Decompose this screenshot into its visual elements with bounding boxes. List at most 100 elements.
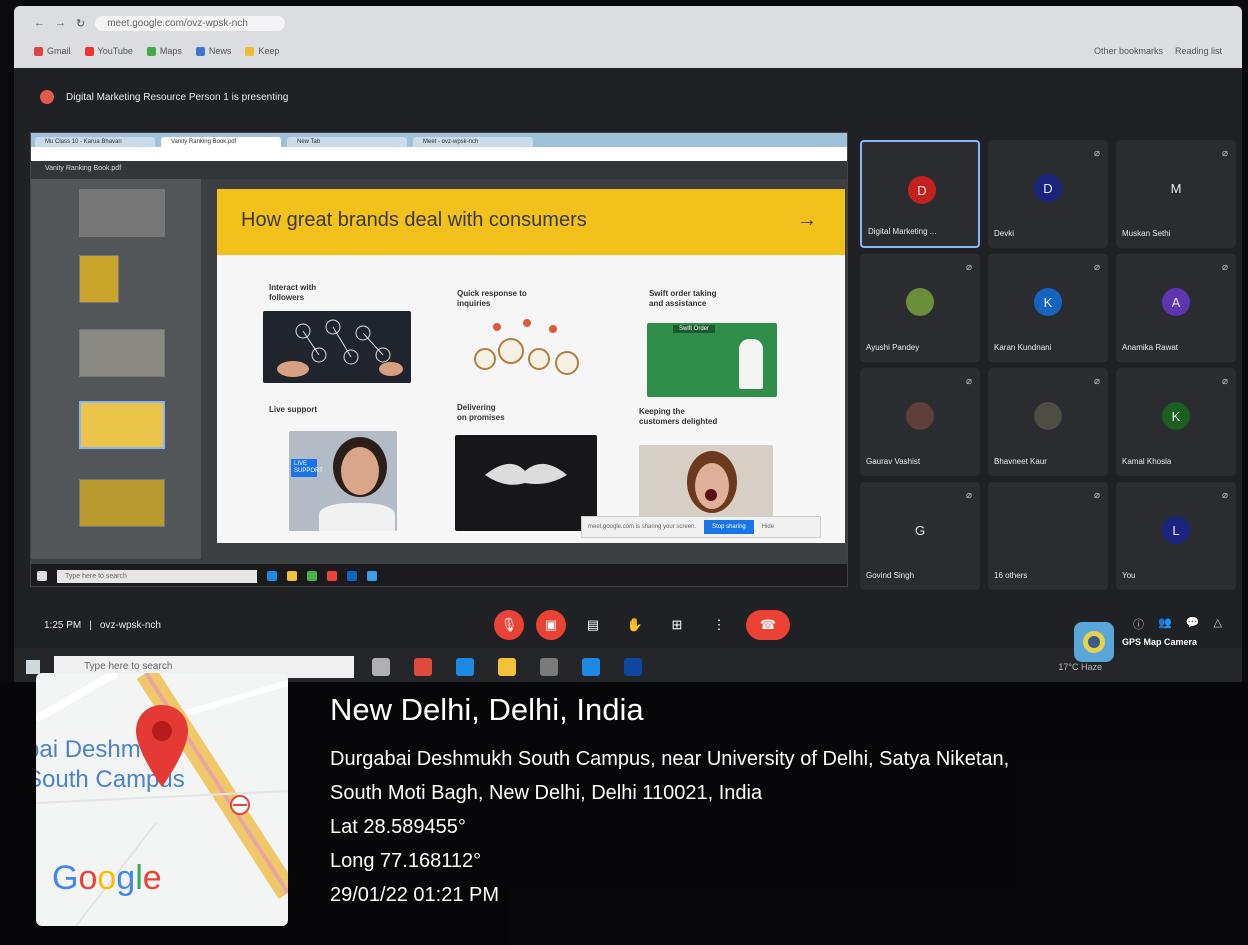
bookmark-gmail[interactable]: Gmail [34, 46, 71, 56]
participant-tile[interactable]: Gaurav Vashist ⌀ [860, 368, 980, 476]
mic-muted-icon: ⌀ [965, 490, 972, 501]
clocks-icon [474, 319, 579, 375]
swift-order-illustration: Swift Order [647, 323, 777, 397]
camera-off-icon[interactable]: ▣ [536, 610, 566, 640]
meet-controls: 1:25 PM | ovz-wpsk-nch 🎙 ▣ ▤ ✋ ⊞ ⋮ ☎ ⓘ 👥… [14, 606, 1242, 646]
page-thumbnail [79, 255, 119, 303]
participant-tile[interactable]: 16 others ⌀ [988, 482, 1108, 590]
shared-tab: New Tab [287, 137, 407, 147]
map-thumbnail: bai Deshmukh South Campus Google [36, 673, 288, 926]
more-options-icon[interactable]: ⋮ [704, 610, 734, 640]
news-icon [195, 46, 205, 56]
network-illustration [263, 311, 411, 383]
participant-tile[interactable]: Ayushi Pandey ⌀ [860, 254, 980, 362]
activities-icon[interactable]: △ [1214, 616, 1222, 632]
handshake-photo [455, 435, 597, 531]
location-pin-icon [136, 705, 188, 787]
avatar: G [906, 516, 934, 544]
page-thumbnail [79, 479, 165, 527]
participant-tile[interactable]: Bhavneet Kaur ⌀ [988, 368, 1108, 476]
participant-name: Bhavneet Kaur [994, 457, 1047, 466]
mic-muted-icon: ⌀ [1221, 148, 1228, 159]
address-bar[interactable]: meet.google.com/ovz-wpsk-nch [95, 15, 286, 31]
slide-title: How great brands deal with consumers [241, 209, 587, 231]
stop-sharing-button[interactable]: Stop sharing [704, 520, 754, 534]
participant-tile[interactable]: L You ⌀ [1116, 482, 1236, 590]
hide-button[interactable]: Hide [762, 524, 774, 530]
participant-name: Muskan Sethi [1122, 229, 1171, 238]
mail-icon[interactable] [582, 658, 600, 676]
mic-muted-icon: ⌀ [1093, 376, 1100, 387]
mic-muted-icon: ⌀ [1093, 490, 1100, 501]
participant-name: Kamal Khosla [1122, 457, 1172, 466]
participant-tile[interactable]: K Kamal Khosla ⌀ [1116, 368, 1236, 476]
participant-name: Govind Singh [866, 571, 915, 580]
participant-name: 16 others [994, 571, 1028, 580]
back-icon[interactable]: ← [34, 17, 45, 29]
mic-muted-icon: ⌀ [965, 262, 972, 273]
meeting-code: ovz-wpsk-nch [99, 620, 161, 631]
mic-muted-icon: ⌀ [965, 376, 972, 387]
customer-mouth [705, 489, 717, 501]
participant-tile[interactable]: G Govind Singh ⌀ [860, 482, 980, 590]
folder-icon[interactable] [498, 658, 516, 676]
handshake-icon [485, 463, 567, 485]
bookmark-youtube[interactable]: YouTube [84, 46, 133, 56]
shared-search-box: Type here to search [57, 569, 257, 583]
bookmarks-right: Other bookmarks Reading list [1094, 46, 1222, 56]
participant-tile[interactable]: M Muskan Sethi ⌀ [1116, 140, 1236, 248]
avatar [906, 288, 934, 316]
participant-tile[interactable]: D Devki ⌀ [988, 140, 1108, 248]
sharing-notice: meet.google.com is sharing your screen. … [581, 516, 821, 538]
gmail-icon [34, 46, 43, 56]
forward-icon[interactable]: → [55, 17, 66, 29]
shared-tab: Meet - ovz-wpsk-nch [413, 137, 533, 147]
person-shoulders [319, 503, 395, 531]
latitude: Lat 28.589455° [330, 816, 466, 838]
cell-title: Swift order taking and assistance [649, 289, 717, 308]
gps-badge: GPS Map Camera [1074, 622, 1197, 662]
store-icon[interactable] [540, 658, 558, 676]
word-icon[interactable] [624, 658, 642, 676]
reload-icon[interactable]: ↻ [76, 17, 85, 30]
avatar [1034, 402, 1062, 430]
participant-grid: D Digital Marketing ... D Devki ⌀ M Muskan Set… [860, 140, 1236, 595]
participant-name: You [1122, 571, 1136, 580]
raise-hand-icon[interactable]: ✋ [620, 610, 650, 640]
mic-muted-icon: ⌀ [1221, 262, 1228, 273]
mic-muted-icon: ⌀ [1221, 376, 1228, 387]
windows-start-icon[interactable] [26, 660, 40, 674]
participant-tile[interactable]: D Digital Marketing ... [860, 140, 980, 248]
gps-camera-icon [1074, 622, 1114, 662]
task-view-icon[interactable] [372, 658, 390, 676]
edge-icon[interactable] [456, 658, 474, 676]
participant-tile[interactable]: K Karan Kundnani ⌀ [988, 254, 1108, 362]
meeting-info: 1:25 PM | ovz-wpsk-nch [44, 620, 161, 631]
google-logo: Google [52, 859, 162, 897]
slide-header: How great brands deal with consumers → [217, 189, 845, 255]
participant-name: Anamika Rawat [1122, 343, 1179, 352]
reading-list[interactable]: Reading list [1175, 46, 1222, 56]
captions-icon[interactable]: ▤ [578, 610, 608, 640]
hang-up-icon[interactable]: ☎ [746, 610, 790, 640]
other-bookmarks[interactable]: Other bookmarks [1094, 46, 1163, 56]
keep-icon [245, 46, 255, 56]
avatar [1034, 516, 1062, 544]
taskbar-apps [372, 658, 642, 676]
present-icon[interactable]: ⊞ [662, 610, 692, 640]
bookmark-maps[interactable]: Maps [146, 46, 182, 56]
weather-tray[interactable]: 17°C Haze [1058, 662, 1102, 672]
chrome-icon[interactable] [414, 658, 432, 676]
city-name: New Delhi, Delhi, India [330, 692, 644, 727]
clocks-illustration [467, 313, 587, 379]
folder-icon [287, 571, 297, 581]
shared-taskbar: Type here to search [31, 564, 847, 586]
bookmark-keep[interactable]: Keep [245, 46, 279, 56]
shared-tab: Mu Class 10 - Karua Bhavan [35, 137, 155, 147]
bookmark-news[interactable]: News [195, 46, 231, 56]
camera-lens-icon [1083, 631, 1105, 653]
participant-tile[interactable]: A Anamika Rawat ⌀ [1116, 254, 1236, 362]
youtube-icon [84, 46, 94, 56]
live-support-photo: LIVE SUPPORT [289, 431, 397, 531]
mic-off-icon[interactable]: 🎙 [494, 610, 524, 640]
